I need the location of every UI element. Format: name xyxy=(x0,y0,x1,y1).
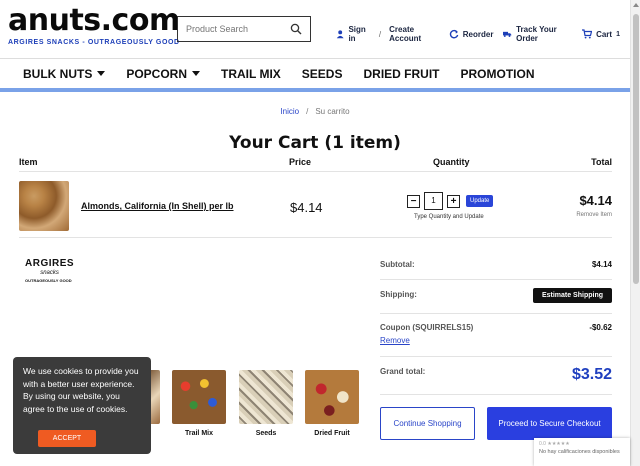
brand-logo: ARGIRES snacks OUTRAGEOUSLY GOOD xyxy=(25,258,74,283)
page: anuts.com ARGIRES SNACKS - OUTRAGEOUSLY … xyxy=(0,0,640,466)
scrollbar-thumb[interactable] xyxy=(633,14,639,284)
divider xyxy=(380,356,612,357)
scroll-up-arrow-icon[interactable] xyxy=(633,3,639,7)
grand-total-value: $3.52 xyxy=(571,366,612,383)
rating-text: No hay calificaciones disponibles xyxy=(539,449,620,455)
category-card-seeds[interactable]: Seeds xyxy=(239,370,293,437)
increase-qty-button[interactable]: + xyxy=(447,194,460,208)
logo-text: anuts.com xyxy=(8,3,180,38)
chevron-down-icon xyxy=(97,71,106,76)
nav-item-bulk-nuts[interactable]: BULK NUTS xyxy=(23,67,106,81)
link-separator: / xyxy=(378,29,382,39)
cart-link[interactable]: Cart 1 xyxy=(582,29,620,39)
divider xyxy=(19,171,612,172)
divider xyxy=(380,394,612,395)
nav-item-popcorn[interactable]: POPCORN xyxy=(126,67,201,81)
page-title: Your Cart (1 item) xyxy=(229,133,401,153)
rating-widget[interactable]: 0.0 ★★★★★ No hay calificaciones disponib… xyxy=(534,438,630,466)
shipping-label: Shipping: xyxy=(380,290,417,299)
quantity-stepper: − 1 + Update xyxy=(407,192,494,210)
category-card-dried-fruit[interactable]: Dried Fruit xyxy=(305,370,359,437)
reorder-icon xyxy=(449,29,459,39)
product-thumbnail[interactable] xyxy=(19,181,69,231)
breadcrumb: Inicio / Su carrito xyxy=(280,107,350,116)
nav-item-seeds[interactable]: SEEDS xyxy=(302,67,343,81)
column-header-item: Item xyxy=(19,157,38,167)
remove-item-link[interactable]: Remove Item xyxy=(576,212,612,218)
quantity-input[interactable]: 1 xyxy=(424,192,443,210)
product-price: $4.14 xyxy=(290,200,323,215)
breadcrumb-home-link[interactable]: Inicio xyxy=(280,107,299,116)
account-links: Sign in / Create Account Reorder Track Y… xyxy=(336,25,630,43)
line-total: $4.14 xyxy=(579,193,612,208)
column-header-quantity: Quantity xyxy=(433,157,470,167)
nav-item-dried-fruit[interactable]: DRIED FRUIT xyxy=(363,67,439,81)
reorder-link[interactable]: Reorder xyxy=(463,30,494,39)
category-image xyxy=(305,370,359,424)
category-image xyxy=(239,370,293,424)
cart-label: Cart xyxy=(596,29,613,39)
column-header-price: Price xyxy=(289,157,312,167)
rating-stars: 0.0 ★★★★★ xyxy=(539,441,570,447)
main-nav: BULK NUTS POPCORN TRAIL MIX SEEDS DRIED … xyxy=(0,58,630,88)
divider xyxy=(380,313,612,314)
track-order-link[interactable]: Track Your Order xyxy=(516,25,572,43)
brand-tagline: OUTRAGEOUSLY GOOD xyxy=(25,278,72,283)
category-label: Dried Fruit xyxy=(314,430,350,437)
nav-item-trail-mix[interactable]: TRAIL MIX xyxy=(221,67,281,81)
search-icon[interactable] xyxy=(290,23,302,35)
create-account-link[interactable]: Create Account xyxy=(389,25,439,43)
category-image xyxy=(172,370,226,424)
search-box xyxy=(177,16,311,42)
product-name-link[interactable]: Almonds, California (In Shell) per lb xyxy=(81,201,234,211)
subtotal-label: Subtotal: xyxy=(380,260,415,269)
coupon-value: -$0.62 xyxy=(589,323,612,332)
breadcrumb-current: Su carrito xyxy=(315,107,350,116)
site-logo[interactable]: anuts.com ARGIRES SNACKS - OUTRAGEOUSLY … xyxy=(8,3,180,47)
logo-tagline: ARGIRES SNACKS - OUTRAGEOUSLY GOOD xyxy=(8,39,180,46)
subtotal-value: $4.14 xyxy=(591,260,612,269)
coupon-label: Coupon (SQUIRRELS15) xyxy=(380,323,474,332)
grand-total-label: Grand total: xyxy=(380,367,426,376)
scrollbar[interactable] xyxy=(630,0,640,466)
cart-count-badge: 1 xyxy=(616,30,620,38)
brand-name: ARGIRES xyxy=(25,258,75,269)
category-label: Seeds xyxy=(255,430,277,437)
sign-in-link[interactable]: Sign in xyxy=(348,25,370,43)
decrease-qty-button[interactable]: − xyxy=(407,194,420,208)
header: anuts.com ARGIRES SNACKS - OUTRAGEOUSLY … xyxy=(0,0,630,56)
update-button[interactable]: Update xyxy=(466,195,494,207)
chevron-down-icon xyxy=(192,71,201,76)
column-header-total: Total xyxy=(591,157,612,167)
user-icon xyxy=(336,30,344,39)
continue-shopping-button[interactable]: Continue Shopping xyxy=(380,407,475,440)
accept-cookies-button[interactable]: ACCEPT xyxy=(38,430,96,447)
remove-coupon-link[interactable]: Remove xyxy=(380,336,410,345)
cart-icon xyxy=(582,29,593,39)
nav-divider xyxy=(0,88,630,92)
divider xyxy=(19,237,612,238)
checkout-button[interactable]: Proceed to Secure Checkout xyxy=(487,407,612,440)
divider xyxy=(380,279,612,280)
brand-script: snacks xyxy=(40,270,59,276)
search-input[interactable] xyxy=(186,24,286,34)
truck-icon xyxy=(503,31,512,38)
category-label: Trail Mix xyxy=(184,430,213,437)
cookie-text: We use cookies to provide you with a bet… xyxy=(23,366,139,414)
estimate-shipping-button[interactable]: Estimate Shipping xyxy=(532,288,612,303)
nav-item-promotion[interactable]: PROMOTION xyxy=(460,67,534,81)
quantity-hint: Type Quantity and Update xyxy=(414,214,484,220)
category-card-trail-mix[interactable]: Trail Mix xyxy=(172,370,226,437)
cookie-banner: We use cookies to provide you with a bet… xyxy=(13,357,151,454)
